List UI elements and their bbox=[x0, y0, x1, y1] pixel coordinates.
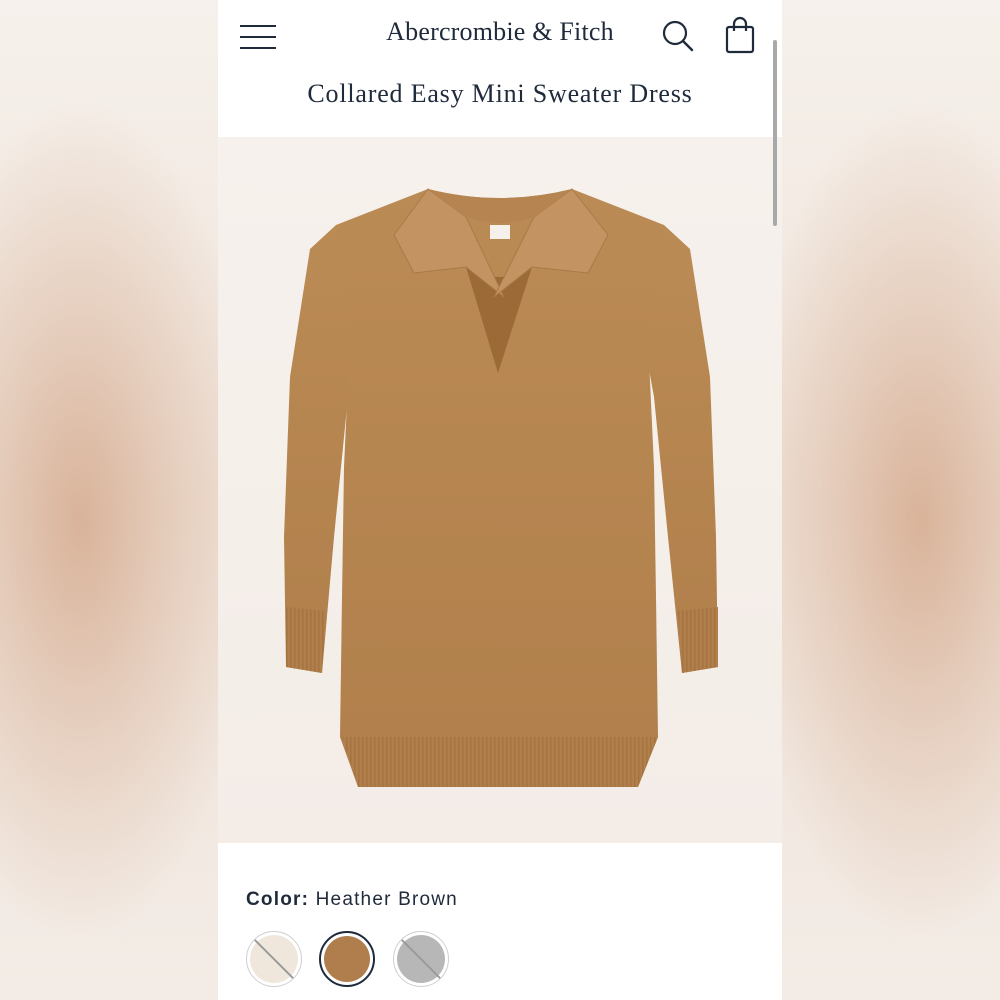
product-image[interactable] bbox=[218, 137, 782, 843]
mobile-screen: Abercrombie & Fitch Collared Easy Mini S… bbox=[218, 0, 782, 1000]
top-navigation-bar: Abercrombie & Fitch bbox=[218, 0, 782, 80]
scrollbar[interactable] bbox=[773, 40, 777, 226]
color-label: Color: Heather Brown bbox=[246, 889, 458, 911]
color-swatch-heather-brown[interactable] bbox=[319, 931, 375, 987]
color-label-key: Color: bbox=[246, 889, 310, 910]
brand-logo[interactable]: Abercrombie & Fitch bbox=[218, 17, 782, 47]
color-swatch-heather-grey[interactable] bbox=[393, 931, 449, 987]
sweater-dress-image bbox=[284, 188, 718, 787]
selected-color-name: Heather Brown bbox=[315, 889, 458, 910]
search-icon[interactable] bbox=[660, 18, 696, 54]
shopping-bag-icon[interactable] bbox=[722, 16, 758, 56]
color-swatch-cream[interactable] bbox=[246, 931, 302, 987]
product-title: Collared Easy Mini Sweater Dress bbox=[307, 79, 693, 108]
